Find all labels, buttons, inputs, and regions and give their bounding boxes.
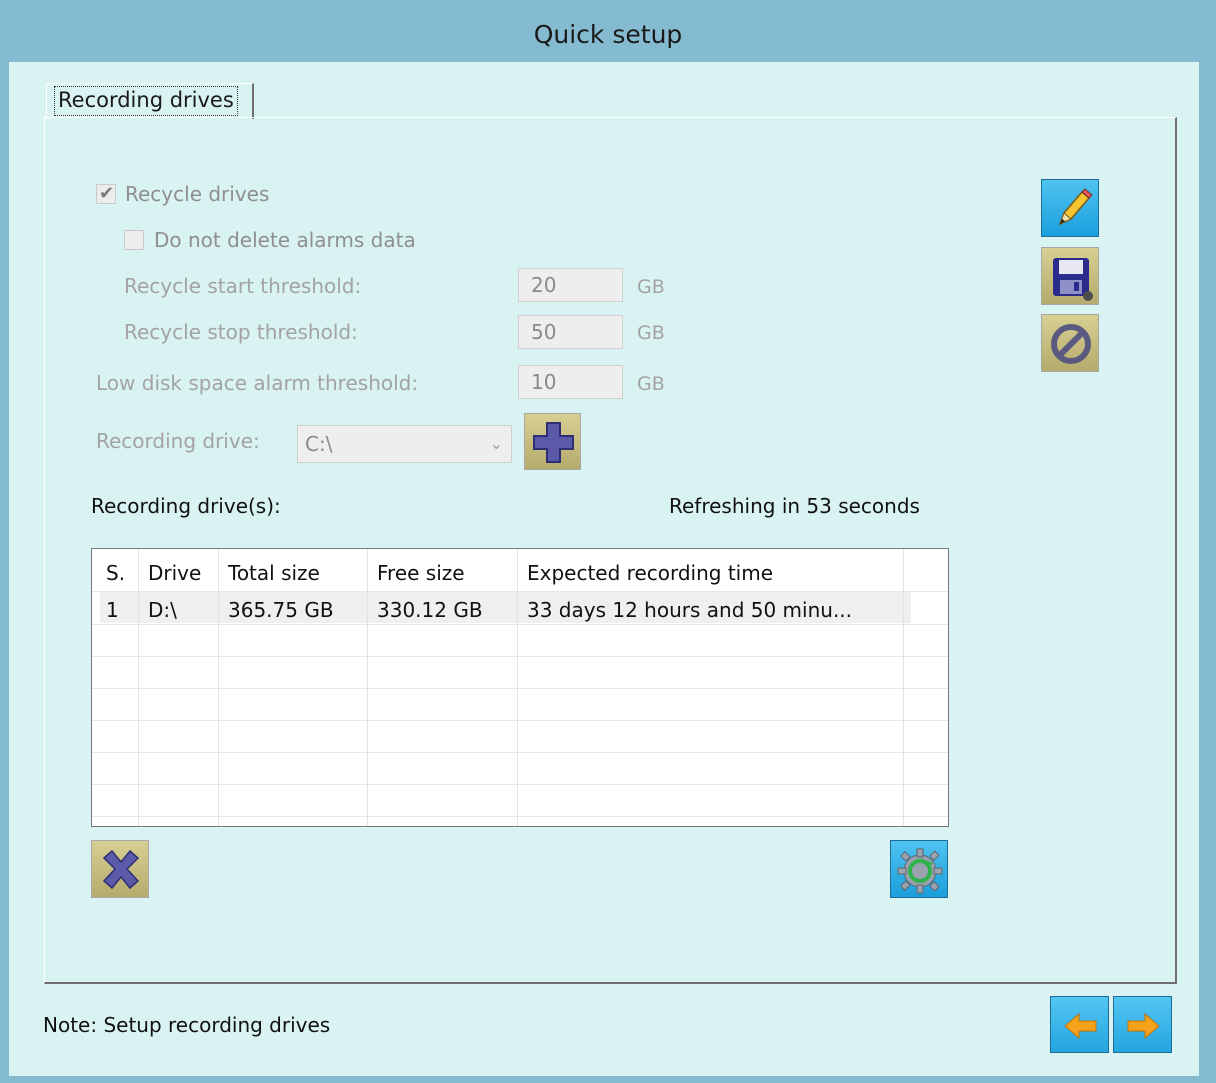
arrow-right-icon bbox=[1127, 1012, 1160, 1040]
recycle-start-threshold-input[interactable]: 20 bbox=[518, 268, 623, 302]
column-header-s[interactable]: S. bbox=[106, 561, 125, 585]
cancel-button[interactable] bbox=[1041, 314, 1099, 372]
table-cell-drive[interactable]: D:\ bbox=[148, 598, 177, 622]
low-disk-unit: GB bbox=[637, 373, 665, 395]
recording-drive-selected: C:\ bbox=[305, 432, 333, 456]
checkmark-icon: ✔ bbox=[99, 183, 115, 204]
quick-setup-window: Quick setup Recording drives ✔ Recycle d… bbox=[0, 0, 1216, 1083]
window-title: Quick setup bbox=[533, 20, 683, 49]
tab-recording-drives-label[interactable]: Recording drives bbox=[54, 86, 238, 116]
do-not-delete-alarms-checkbox[interactable] bbox=[124, 230, 144, 250]
recycle-stop-threshold-input[interactable]: 50 bbox=[518, 315, 623, 349]
delete-drive-button[interactable] bbox=[91, 840, 149, 898]
plus-icon bbox=[533, 422, 574, 463]
recording-drive-label: Recording drive: bbox=[96, 429, 260, 453]
low-disk-alarm-threshold-label: Low disk space alarm threshold: bbox=[96, 371, 419, 395]
column-header-free-size[interactable]: Free size bbox=[377, 561, 465, 585]
recycle-start-threshold-label: Recycle start threshold: bbox=[124, 274, 362, 298]
row-divider bbox=[92, 656, 948, 657]
row-divider bbox=[92, 688, 948, 689]
edit-button[interactable] bbox=[1041, 179, 1099, 237]
low-disk-alarm-threshold-input[interactable]: 10 bbox=[518, 365, 623, 399]
no-entry-icon bbox=[1051, 324, 1091, 364]
row-divider bbox=[92, 752, 948, 753]
pencil-icon bbox=[1058, 188, 1093, 226]
save-button[interactable] bbox=[1041, 247, 1099, 305]
table-cell-total-size[interactable]: 365.75 GB bbox=[228, 598, 334, 622]
refresh-status: Refreshing in 53 seconds bbox=[669, 494, 920, 518]
recycle-drives-checkbox[interactable]: ✔ bbox=[96, 183, 116, 204]
table-cell-expected-time[interactable]: 33 days 12 hours and 50 minu... bbox=[527, 598, 852, 622]
column-header-total-size[interactable]: Total size bbox=[228, 561, 320, 585]
x-icon bbox=[102, 849, 140, 890]
row-divider bbox=[92, 720, 948, 721]
next-button[interactable] bbox=[1113, 996, 1172, 1053]
recording-drive-select[interactable]: C:\ ⌄ bbox=[297, 425, 512, 463]
recycle-stop-threshold-label: Recycle stop threshold: bbox=[124, 320, 358, 344]
row-divider bbox=[92, 816, 948, 817]
refresh-button[interactable] bbox=[890, 840, 948, 898]
do-not-delete-alarms-label[interactable]: Do not delete alarms data bbox=[154, 228, 416, 252]
table-cell-free-size[interactable]: 330.12 GB bbox=[377, 598, 483, 622]
recording-drives-list-title: Recording drive(s): bbox=[91, 494, 281, 518]
floppy-disk-icon bbox=[1053, 258, 1093, 301]
add-drive-button[interactable] bbox=[524, 413, 581, 470]
refresh-gear-icon bbox=[897, 848, 943, 894]
recycle-start-unit: GB bbox=[637, 276, 665, 298]
recording-drives-table[interactable]: S. Drive Total size Free size Expected r… bbox=[91, 548, 949, 827]
column-header-drive[interactable]: Drive bbox=[148, 561, 201, 585]
back-button[interactable] bbox=[1050, 996, 1109, 1053]
row-divider bbox=[92, 624, 948, 625]
recycle-drives-label[interactable]: Recycle drives bbox=[125, 182, 269, 206]
table-cell-s[interactable]: 1 bbox=[106, 598, 119, 622]
arrow-left-icon bbox=[1064, 1012, 1097, 1040]
recycle-stop-unit: GB bbox=[637, 322, 665, 344]
column-header-expected-time[interactable]: Expected recording time bbox=[527, 561, 773, 585]
row-divider bbox=[92, 784, 948, 785]
row-divider bbox=[92, 591, 948, 592]
footer-note: Note: Setup recording drives bbox=[43, 1013, 331, 1037]
chevron-down-icon: ⌄ bbox=[489, 434, 503, 453]
